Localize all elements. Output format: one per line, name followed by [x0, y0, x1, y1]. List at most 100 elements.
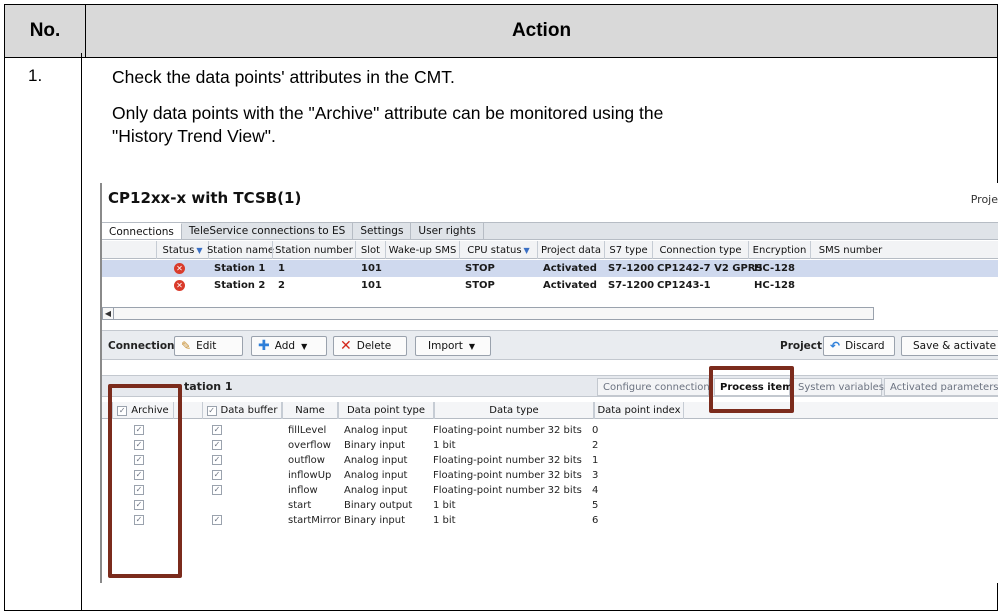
col-data-buffer[interactable]: ✓ Data buffer — [202, 402, 282, 419]
tab-connections[interactable]: Connections — [102, 223, 182, 239]
cell-cpu-status: STOP — [465, 280, 495, 291]
cell-project-data: Activated — [543, 263, 597, 274]
col-status-label: Status — [162, 244, 195, 256]
table-row[interactable]: ✕ Station 2 2 101 STOP Activated S7-1200… — [102, 277, 998, 294]
item-dp-type: Binary input — [344, 439, 406, 451]
col-data-buffer-label: Data buffer — [220, 405, 278, 416]
checkbox-checked-icon[interactable]: ✓ — [206, 405, 217, 416]
column-divider — [81, 53, 82, 611]
item-name: inflowUp — [288, 469, 332, 481]
list-item[interactable]: ✓ ✓ inflow Analog input Floating-point n… — [102, 483, 702, 497]
save-activate-label: Save & activate — [913, 340, 997, 352]
list-item[interactable]: ✓ ✓ fillLevel Analog input Floating-poin… — [102, 423, 702, 437]
cell-station-number: 1 — [278, 263, 285, 274]
col-slot[interactable]: Slot — [355, 241, 385, 259]
tab-teleservice[interactable]: TeleService connections to ES — [182, 223, 354, 239]
col-sms-number[interactable]: SMS number — [810, 241, 890, 259]
data-buffer-checkbox[interactable]: ✓ — [212, 513, 226, 527]
item-dp-type: Analog input — [344, 424, 408, 436]
cell-s7-type: S7-1200 — [608, 263, 655, 274]
data-buffer-checkbox[interactable]: ✓ — [212, 423, 226, 437]
filter-icon[interactable]: ▼ — [524, 246, 530, 255]
col-connection-type[interactable]: Connection type — [652, 241, 748, 259]
cell-station-name: Station 2 — [214, 280, 266, 291]
list-item[interactable]: ✓ ✓ startMirror Binary input 1 bit 6 — [102, 513, 702, 527]
col-encryption[interactable]: Encryption — [748, 241, 810, 259]
data-buffer-checkbox[interactable]: ✓ — [212, 453, 226, 467]
item-name: startMirror — [288, 514, 341, 526]
tab-system-variables[interactable]: System variables — [792, 378, 884, 396]
undo-icon: ↶ — [830, 339, 841, 353]
section-title: tation 1 — [184, 380, 233, 393]
import-button[interactable]: Import ▼ — [415, 336, 491, 356]
table-header: No. Action — [5, 5, 997, 58]
cell-slot: 101 — [361, 263, 382, 274]
horizontal-scrollbar[interactable]: ◀ — [102, 307, 874, 320]
item-name: start — [288, 499, 312, 511]
tab-user-rights[interactable]: User rights — [411, 223, 484, 239]
col-station-number[interactable]: Station number — [272, 241, 355, 259]
data-buffer-checkbox[interactable]: ✓ — [212, 438, 226, 452]
tab-configure-connection[interactable]: Configure connection — [597, 378, 710, 396]
item-dp-type: Analog input — [344, 454, 408, 466]
col-data-type[interactable]: Data type — [434, 402, 594, 419]
cell-connection-type: CP1242-7 V2 GPRS — [657, 263, 763, 274]
chevron-down-icon: ▼ — [468, 341, 476, 351]
col-project-data[interactable]: Project data — [537, 241, 604, 259]
tab-activated-parameters[interactable]: Activated parameters — [884, 378, 998, 396]
list-item[interactable]: ✓ ✓ outflow Analog input Floating-point … — [102, 453, 702, 467]
delete-button[interactable]: ✕ Delete — [333, 336, 407, 356]
col-status[interactable]: Status ▼ — [156, 241, 208, 259]
cmt-screenshot: CP12xx-x with TCSB(1) Proje Connections … — [100, 183, 998, 583]
item-index: 3 — [592, 469, 599, 481]
save-activate-button[interactable]: Save & activate — [901, 336, 998, 356]
discard-button[interactable]: ↶ Discard — [823, 336, 895, 356]
cell-s7-type: S7-1200 — [608, 280, 655, 291]
list-item[interactable]: ✓ ✓ inflowUp Analog input Floating-point… — [102, 468, 702, 482]
col-cpu-status[interactable]: CPU status ▼ — [459, 241, 537, 259]
process-items-header: ✓ Archive ✓ Data buffer Name Data point ty… — [102, 402, 998, 419]
item-data-type: Floating-point number 32 bits — [433, 424, 582, 436]
tab-settings[interactable]: Settings — [353, 223, 412, 239]
list-item[interactable]: ✓ start Binary output 1 bit 5 — [102, 498, 702, 512]
main-tab-bar: Connections TeleService connections to E… — [102, 222, 998, 240]
col-s7-type[interactable]: S7 type — [604, 241, 652, 259]
cell-slot: 101 — [361, 280, 382, 291]
data-buffer-checkbox[interactable]: ✓ — [212, 483, 226, 497]
chevron-down-icon: ▼ — [301, 341, 308, 351]
item-name: fillLevel — [288, 424, 327, 436]
cell-cpu-status: STOP — [465, 263, 495, 274]
discard-label: Discard — [845, 340, 885, 352]
col-wake-up-sms[interactable]: Wake-up SMS — [385, 241, 459, 259]
pencil-icon: ✎ — [181, 339, 192, 353]
col-data-point-index[interactable]: Data point index — [594, 402, 684, 419]
cell-encryption: HC-128 — [754, 263, 795, 274]
add-label: Add — [274, 340, 296, 352]
x-delete-icon: ✕ — [340, 338, 352, 354]
item-data-type: Floating-point number 32 bits — [433, 484, 582, 496]
station-section-bar: tation 1 Configure connection Process it… — [102, 375, 998, 397]
step-number: 1. — [28, 66, 43, 85]
data-buffer-checkbox[interactable]: ✓ — [212, 468, 226, 482]
header-no: No. — [5, 5, 86, 57]
cell-station-name: Station 1 — [214, 263, 266, 274]
archive-column-highlight — [108, 384, 182, 578]
scroll-left-icon[interactable]: ◀ — [103, 308, 114, 319]
delete-label: Delete — [356, 340, 392, 352]
list-item[interactable]: ✓ ✓ overflow Binary input 1 bit 2 — [102, 438, 702, 452]
item-data-type: 1 bit — [433, 439, 456, 451]
col-data-point-type[interactable]: Data point type — [338, 402, 434, 419]
cell-connection-type: CP1243-1 — [657, 280, 711, 291]
edit-button[interactable]: ✎ Edit — [174, 336, 243, 356]
error-icon: ✕ — [174, 277, 185, 294]
filter-icon[interactable]: ▼ — [196, 246, 202, 255]
table-row[interactable]: ✕ Station 1 1 101 STOP Activated S7-1200… — [102, 260, 998, 277]
col-station-name[interactable]: Station name — [207, 241, 274, 259]
header-action: Action — [511, 20, 572, 41]
item-data-type: Floating-point number 32 bits — [433, 469, 582, 481]
col-name[interactable]: Name — [282, 402, 338, 419]
connection-label: Connection — [108, 340, 175, 352]
item-name: overflow — [288, 439, 331, 451]
add-button[interactable]: ✚ Add ▼ — [251, 336, 327, 356]
import-label: Import — [428, 340, 463, 352]
